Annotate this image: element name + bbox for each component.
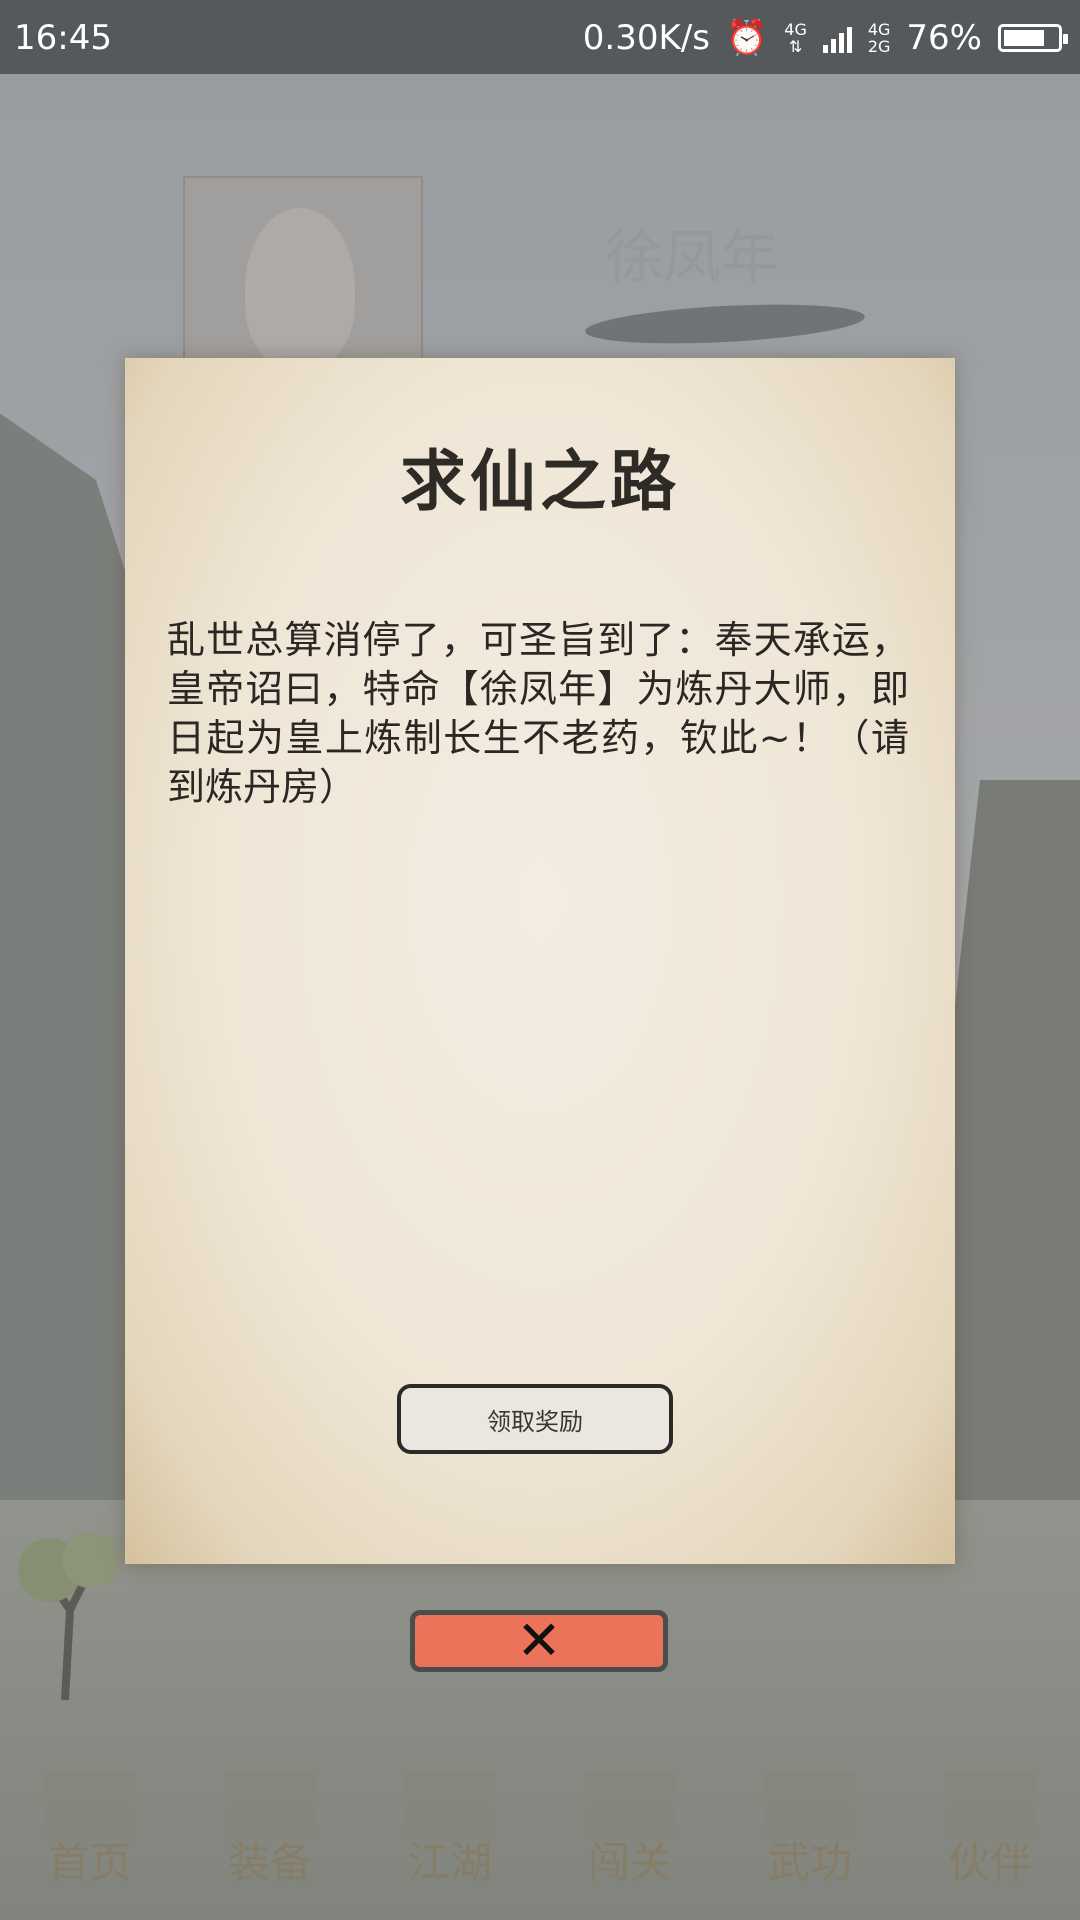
dialog-message: 乱世总算消停了，可圣旨到了：奉天承运，皇帝诏曰，特命【徐凤年】为炼丹大师，即日起… (167, 618, 909, 809)
close-icon: ✕ (516, 1609, 562, 1672)
battery-fill (1004, 30, 1044, 46)
net-speed: 0.30K/s (582, 18, 710, 58)
status-icons: 0.30K/s ⏰ 4G ⇅ 4G 2G 76% (582, 18, 1068, 58)
status-bar: 16:45 0.30K/s ⏰ 4G ⇅ 4G 2G 76% (0, 0, 1080, 74)
claim-reward-button[interactable]: 领取奖励 (397, 1384, 673, 1454)
quest-dialog: 求仙之路 乱世总算消停了，可圣旨到了：奉天承运，皇帝诏曰，特命【徐凤年】为炼丹大… (125, 358, 955, 1564)
battery-percent: 76% (906, 18, 982, 58)
close-button[interactable]: ✕ (410, 1610, 668, 1672)
network-type: 4G 2G (868, 21, 891, 55)
dialog-title: 求仙之路 (400, 443, 680, 520)
status-time: 16:45 (14, 18, 112, 58)
network-type-left-label: 4G (784, 20, 807, 39)
signal-icon (822, 23, 852, 53)
battery-icon (998, 24, 1068, 52)
network-type-bottom: 2G (867, 37, 891, 56)
network-type-left: 4G ⇅ (784, 20, 807, 56)
alarm-icon: ⏰ (725, 18, 769, 58)
